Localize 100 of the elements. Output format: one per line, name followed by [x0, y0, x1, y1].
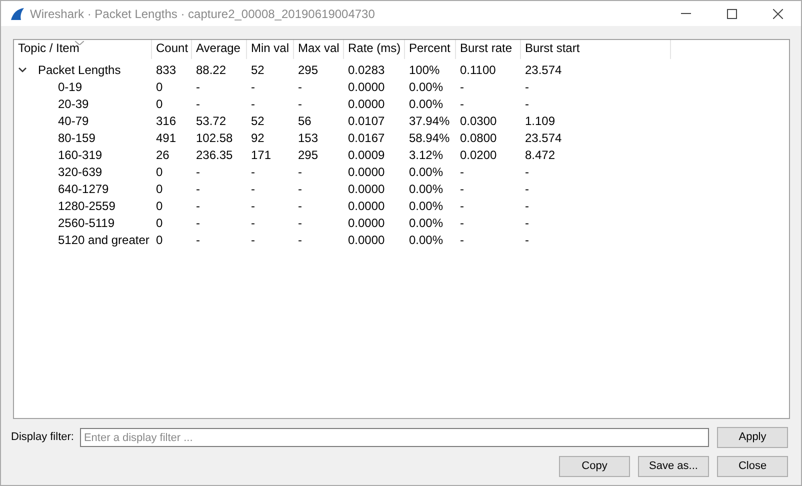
column-header[interactable]: Burst rate	[456, 40, 521, 59]
table-cell: 295	[298, 62, 318, 76]
table-cell: -	[298, 164, 302, 178]
dialog-button[interactable]: Close	[717, 456, 788, 477]
table-cell: 0	[156, 216, 163, 230]
table-cell: -	[251, 182, 255, 196]
table-cell: 56	[298, 114, 312, 128]
table-cell: 23.574	[525, 130, 562, 144]
table-cell: -	[251, 232, 255, 246]
display-filter-field[interactable]: Enter a display filter ...	[80, 428, 709, 447]
table-cell: 0.0800	[460, 130, 497, 144]
table-cell: -	[196, 80, 200, 94]
table-cell: 0.00%	[409, 216, 444, 230]
table-cell: 0.0107	[348, 114, 385, 128]
tree-item-label[interactable]: 5120 and greater	[58, 230, 150, 248]
table-cell: 1.109	[525, 114, 556, 128]
tree-item-label[interactable]: 1280-2559	[58, 196, 116, 214]
table-cell: -	[460, 80, 464, 94]
fin-icon	[10, 8, 24, 20]
table-cell: 0.00%	[409, 164, 444, 178]
table-cell: -	[525, 182, 529, 196]
table-cell: -	[251, 80, 255, 94]
table-cell: -	[460, 164, 464, 178]
table-cell: -	[460, 232, 464, 246]
table-cell: 0.0200	[460, 148, 497, 162]
table-cell: 100%	[409, 62, 440, 76]
table-cell: 153	[298, 130, 318, 144]
table-cell: 0.0167	[348, 130, 385, 144]
tree-item-label[interactable]: 160-319	[58, 146, 102, 164]
table-cell: -	[460, 198, 464, 212]
column-header[interactable]: Burst start	[521, 40, 671, 59]
table-cell: 0	[156, 164, 163, 178]
chevron-down-icon[interactable]	[18, 66, 27, 72]
tree-item-label[interactable]: 80-159	[58, 128, 96, 146]
column-header[interactable]: Topic / Item	[14, 40, 152, 59]
table-cell: 92	[251, 130, 264, 144]
tree-item-label[interactable]: 2560-5119	[58, 214, 114, 232]
column-header[interactable]: Average	[192, 40, 247, 59]
table-cell: -	[196, 216, 200, 230]
minimize-icon	[681, 13, 691, 14]
table-cell: -	[298, 96, 302, 110]
table-cell: 236.35	[196, 148, 233, 162]
table-cell: 0	[156, 80, 163, 94]
table-cell: 0.0009	[348, 148, 385, 162]
table-cell: -	[298, 216, 302, 230]
table-cell: 0.0000	[348, 80, 385, 94]
dialog-button[interactable]: Save as...	[638, 456, 709, 477]
tree-item-label[interactable]: 320-639	[58, 162, 102, 180]
table-cell: 316	[156, 114, 176, 128]
table-cell: 491	[156, 130, 176, 144]
column-header[interactable]: Percent	[405, 40, 456, 59]
table-cell: 0.0300	[460, 114, 497, 128]
filter-label: Display filter:	[11, 430, 74, 446]
table-cell: 0.00%	[409, 232, 444, 246]
table-cell: -	[460, 96, 464, 110]
table-cell: -	[196, 198, 200, 212]
tree-item-label[interactable]: Packet Lengths	[38, 60, 121, 78]
table-cell: 0	[156, 198, 163, 212]
table-cell: -	[525, 232, 529, 246]
table-cell: 0	[156, 96, 163, 110]
table-cell: -	[525, 216, 529, 230]
table-cell: -	[196, 232, 200, 246]
column-header[interactable]: Count	[152, 40, 192, 59]
table-cell: 23.574	[525, 62, 562, 76]
table-cell: 295	[298, 148, 318, 162]
table-cell: -	[525, 164, 529, 178]
table-cell: 0.0000	[348, 232, 385, 246]
column-header[interactable]: Min val	[247, 40, 294, 59]
tree-item-label[interactable]: 0-19	[58, 78, 82, 96]
column-header[interactable]: Rate (ms)	[344, 40, 405, 59]
dialog-button[interactable]: Copy	[559, 456, 630, 477]
table-cell: 0.00%	[409, 198, 444, 212]
column-header[interactable]: Max val	[294, 40, 344, 59]
table-cell: 0.0283	[348, 62, 385, 76]
table-cell: -	[298, 198, 302, 212]
table-cell: -	[460, 182, 464, 196]
apply-button[interactable]: Apply	[717, 427, 788, 448]
table-cell: -	[525, 198, 529, 212]
table-cell: 53.72	[196, 114, 226, 128]
table-cell: 3.12%	[409, 148, 444, 162]
table-cell: -	[460, 216, 464, 230]
table-cell: 8.472	[525, 148, 556, 162]
table-cell: -	[196, 164, 200, 178]
tree-item-label[interactable]: 40-79	[58, 112, 89, 130]
table-cell: -	[251, 164, 255, 178]
table-cell: -	[525, 96, 529, 110]
table-cell: 171	[251, 148, 272, 162]
table-cell: 0	[156, 232, 163, 246]
tree-item-label[interactable]: 640-1279	[58, 180, 109, 198]
table-cell: 0.0000	[348, 182, 385, 196]
table-cell: -	[298, 80, 302, 94]
table-cell: 0.00%	[409, 96, 444, 110]
table-cell: -	[251, 198, 255, 212]
table-cell: 37.94%	[409, 114, 450, 128]
table-cell: 0.00%	[409, 80, 444, 94]
tree-item-label[interactable]: 20-39	[58, 94, 89, 112]
close-icon	[773, 8, 783, 18]
table-cell: -	[251, 96, 255, 110]
table-cell: -	[196, 96, 200, 110]
table-cell: 0.1100	[460, 62, 496, 76]
